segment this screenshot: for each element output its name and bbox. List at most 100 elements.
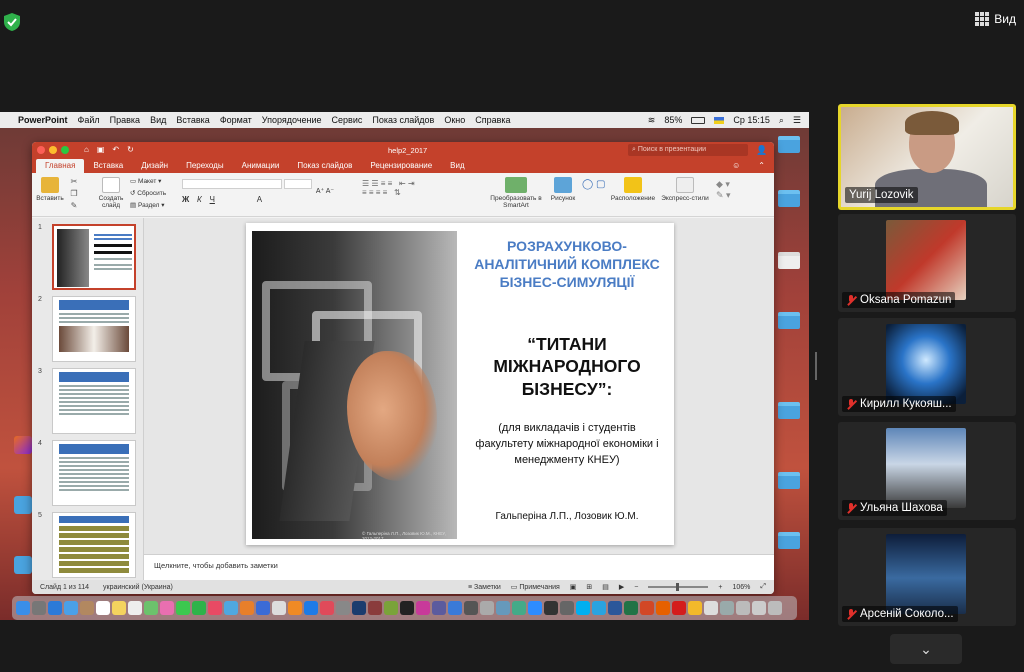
- search-icon[interactable]: ⌕: [779, 115, 784, 126]
- desktop-folder[interactable]: [772, 402, 806, 421]
- paste-button[interactable]: Вставить: [36, 177, 64, 202]
- powerpoint-icon[interactable]: [640, 601, 654, 615]
- desktop-file[interactable]: [772, 252, 806, 271]
- format-painter-icon[interactable]: ✎: [68, 200, 80, 212]
- more-participants-button[interactable]: ⌄: [890, 634, 962, 664]
- telegram-icon[interactable]: [592, 601, 606, 615]
- app-icon[interactable]: [560, 601, 574, 615]
- menu-file[interactable]: Файл: [78, 115, 100, 125]
- app-icon[interactable]: [496, 601, 510, 615]
- comments-toggle[interactable]: ▭ Примечания: [511, 583, 560, 591]
- zoom-window-button[interactable]: [61, 146, 69, 154]
- app-icon[interactable]: [384, 601, 398, 615]
- app-icon[interactable]: [544, 601, 558, 615]
- zoom-slider[interactable]: [648, 583, 709, 591]
- maps-icon[interactable]: [144, 601, 158, 615]
- security-shield-icon[interactable]: [4, 13, 20, 31]
- font-size-select[interactable]: [284, 179, 312, 189]
- tab-view[interactable]: Вид: [441, 159, 473, 173]
- participant-tile[interactable]: Кирилл Кукояш...: [838, 318, 1016, 416]
- desktop-folder[interactable]: [772, 190, 806, 209]
- tab-animations[interactable]: Анимации: [233, 159, 289, 173]
- underline-button[interactable]: Ч: [210, 195, 215, 204]
- participant-tile-active[interactable]: Yurij Lozovik: [838, 104, 1016, 210]
- acrobat-icon[interactable]: [672, 601, 686, 615]
- notes-icon[interactable]: [112, 601, 126, 615]
- fit-slide-icon[interactable]: ⤢: [760, 583, 766, 591]
- app-icon[interactable]: [240, 601, 254, 615]
- menu-list-icon[interactable]: ☰: [793, 115, 801, 126]
- collapse-ribbon-icon[interactable]: ⌃: [749, 159, 774, 173]
- minimize-window-button[interactable]: [49, 146, 57, 154]
- word-icon[interactable]: [608, 601, 622, 615]
- app-icon[interactable]: [320, 601, 334, 615]
- zoom-in-button[interactable]: +: [718, 584, 722, 591]
- share-icon[interactable]: 👤: [756, 145, 767, 156]
- app-icon[interactable]: [272, 601, 286, 615]
- app-icon[interactable]: [416, 601, 430, 615]
- zoom-level[interactable]: 106%: [732, 584, 750, 591]
- sorter-view-icon[interactable]: ⊞: [586, 583, 592, 591]
- italic-button[interactable]: К: [197, 195, 202, 204]
- app-icon[interactable]: [368, 601, 382, 615]
- app-icon[interactable]: [448, 601, 462, 615]
- slideshow-view-icon[interactable]: ▶: [619, 583, 624, 591]
- convert-smartart-button[interactable]: Преобразовать в SmartArt: [488, 177, 544, 209]
- excel-icon[interactable]: [624, 601, 638, 615]
- trash-icon[interactable]: [768, 601, 782, 615]
- shape-fill-icon[interactable]: ◆ ▾ ✎ ▾: [716, 179, 731, 201]
- wifi-icon[interactable]: ≋: [648, 115, 656, 126]
- desktop-folder[interactable]: [772, 532, 806, 551]
- notes-toggle[interactable]: ≡ Заметки: [468, 584, 501, 591]
- menu-arrange[interactable]: Упорядочение: [262, 115, 322, 125]
- desktop-folder[interactable]: [772, 136, 806, 155]
- app-icon[interactable]: [464, 601, 478, 615]
- slide-thumbnail-4[interactable]: [52, 440, 136, 506]
- menu-app-name[interactable]: PowerPoint: [18, 115, 68, 125]
- menu-slideshow[interactable]: Показ слайдов: [372, 115, 434, 125]
- picture-button[interactable]: Рисунок: [548, 177, 578, 202]
- facetime-icon[interactable]: [192, 601, 206, 615]
- copy-icon[interactable]: ❐: [68, 188, 80, 200]
- menu-format[interactable]: Формат: [220, 115, 252, 125]
- slide-thumbnail-1[interactable]: [52, 224, 136, 290]
- app-icon[interactable]: [256, 601, 270, 615]
- slide-canvas[interactable]: © Гальперіна Л.П., Лозовик Ю.М., КНЕУ, 2…: [144, 218, 774, 554]
- reading-view-icon[interactable]: ▤: [602, 583, 609, 591]
- slide-thumbnail-5[interactable]: [52, 512, 136, 578]
- safari-icon[interactable]: [48, 601, 62, 615]
- font-name-select[interactable]: [182, 179, 282, 189]
- mail-icon[interactable]: [64, 601, 78, 615]
- app-icon[interactable]: [512, 601, 526, 615]
- close-window-button[interactable]: [37, 146, 45, 154]
- menu-edit[interactable]: Правка: [110, 115, 140, 125]
- app-icon[interactable]: [480, 601, 494, 615]
- slide-thumbnail-3[interactable]: [52, 368, 136, 434]
- menu-help[interactable]: Справка: [475, 115, 510, 125]
- presentation-search-input[interactable]: ⌕ Поиск в презентации: [628, 144, 748, 156]
- desktop-folder-icon[interactable]: [14, 496, 32, 514]
- participant-tile[interactable]: Арсеній Соколо...: [838, 528, 1016, 626]
- slide-thumbnail-2[interactable]: [52, 296, 136, 362]
- tab-transitions[interactable]: Переходы: [177, 159, 233, 173]
- arrange-button[interactable]: Расположение: [610, 177, 656, 202]
- cut-icon[interactable]: ✂: [68, 176, 80, 188]
- smiley-icon[interactable]: ☺: [723, 159, 749, 173]
- font-color-button[interactable]: A: [257, 195, 262, 204]
- participant-tile[interactable]: Oksana Pomazun: [838, 214, 1016, 312]
- desktop-app-icon[interactable]: [14, 436, 32, 454]
- normal-view-icon[interactable]: ▣: [570, 583, 577, 591]
- tab-design[interactable]: Дизайн: [132, 159, 177, 173]
- app-icon[interactable]: [336, 601, 350, 615]
- battery-level[interactable]: 85%: [664, 115, 682, 125]
- panel-resize-handle[interactable]: [815, 352, 817, 380]
- language-indicator[interactable]: украинский (Украина): [103, 584, 173, 591]
- menu-tools[interactable]: Сервис: [332, 115, 363, 125]
- notes-pane[interactable]: Щелкните, чтобы добавить заметки: [144, 554, 774, 580]
- contacts-icon[interactable]: [80, 601, 94, 615]
- section-button[interactable]: ▤ Раздел ▾: [130, 201, 165, 209]
- messages-icon[interactable]: [176, 601, 190, 615]
- desktop-folder[interactable]: [772, 312, 806, 331]
- shapes-icon[interactable]: ◯ ▢: [582, 179, 605, 190]
- tab-home[interactable]: Главная: [36, 159, 85, 173]
